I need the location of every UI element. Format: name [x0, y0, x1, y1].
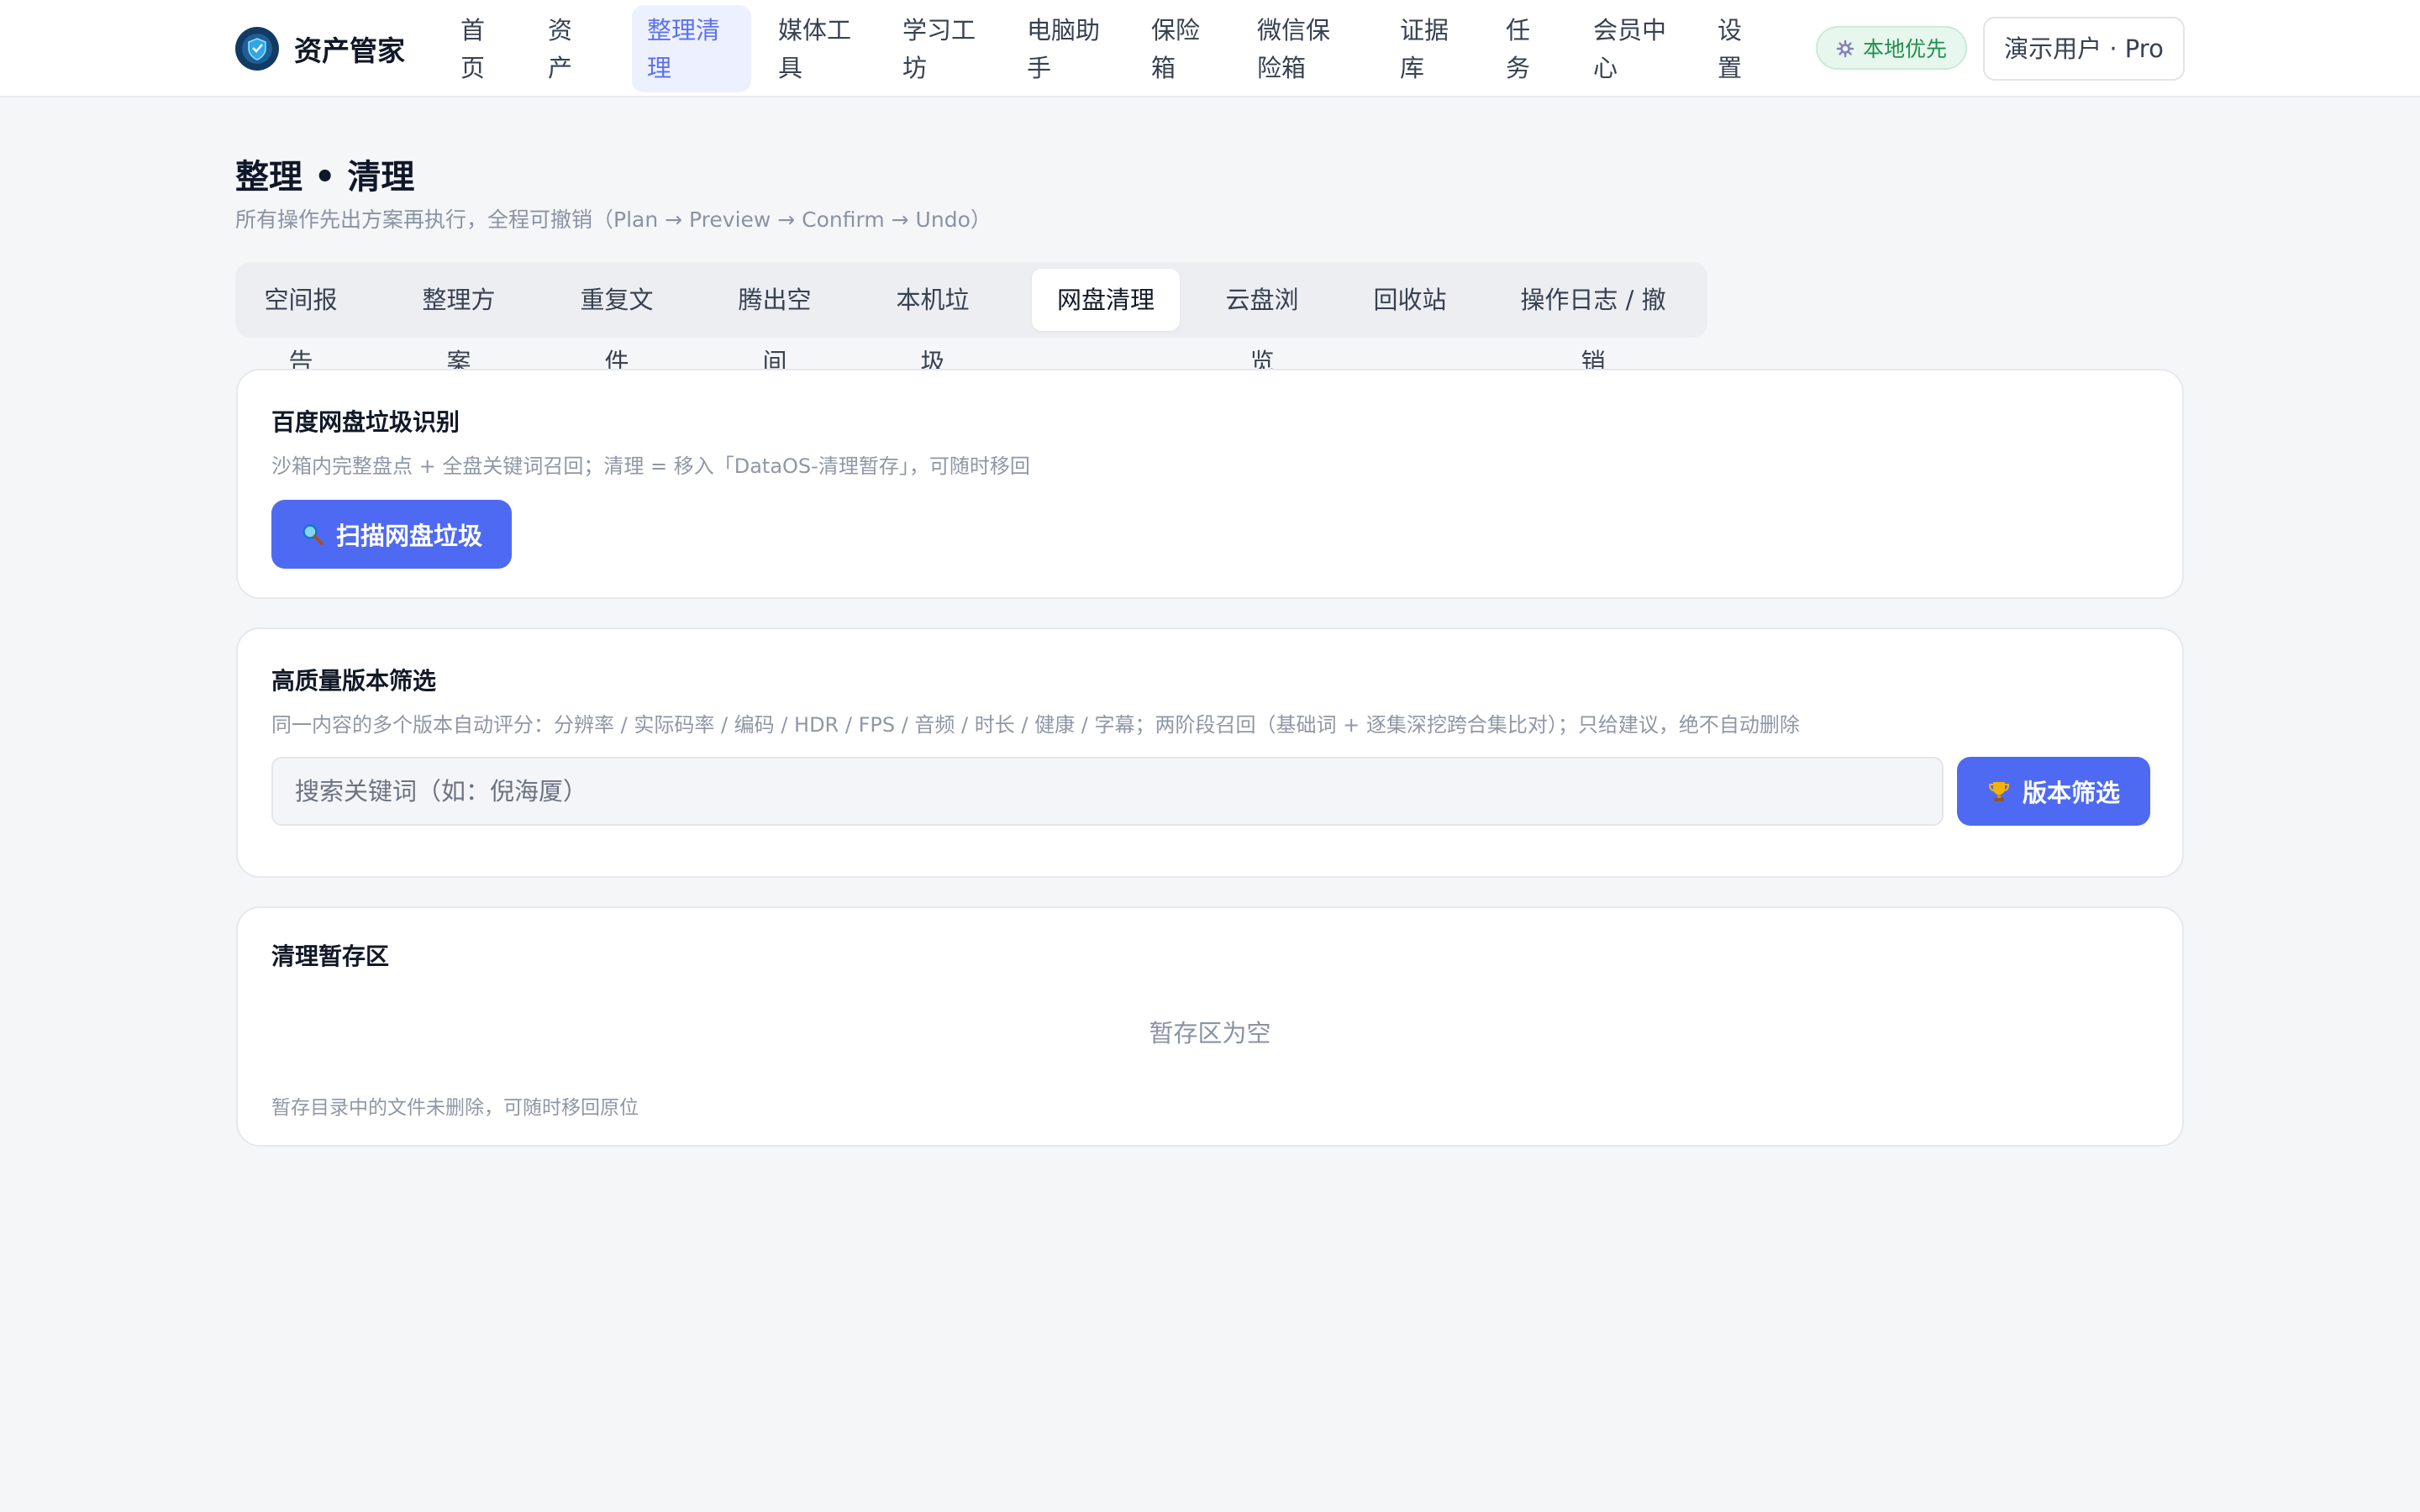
- nav-item-label: 整理清理: [647, 16, 721, 82]
- tab-recycle-bin[interactable]: 回收站: [1373, 269, 1447, 331]
- clean-tabs: 空间报告 整理方案 重复文件 腾出空间 本机垃圾 网盘清理 云盘浏览 回收站 操…: [235, 262, 1707, 376]
- card-title: 高质量版本筛选: [271, 667, 437, 695]
- card-title: 百度网盘垃圾识别: [271, 408, 460, 436]
- nav-item-label: 保险箱: [1151, 16, 1201, 82]
- tab-local-junk[interactable]: 本机垃圾: [886, 269, 980, 376]
- nav-item-label: 首页: [460, 16, 486, 82]
- tab-cloud-clean[interactable]: 网盘清理: [1032, 269, 1180, 331]
- tab-operation-log-undo[interactable]: 操作日志 / 撤销: [1509, 269, 1677, 376]
- gear-icon: [1836, 39, 1854, 58]
- empty-state-text: 暂存区为空: [1149, 1019, 1271, 1047]
- trophy-icon: [1987, 780, 2011, 803]
- nav-item-member-center[interactable]: 会员中心: [1578, 5, 1686, 92]
- local-first-badge: 本地优先: [1816, 26, 1967, 70]
- nav-item-label: 设置: [1718, 16, 1743, 82]
- card-description: 同一内容的多个版本自动评分：分辨率 / 实际码率 / 编码 / HDR / FP…: [271, 713, 1800, 737]
- nav-item-label: 证据库: [1400, 16, 1449, 82]
- nav-item-evidence-library[interactable]: 证据库: [1385, 5, 1462, 92]
- nav-item-settings[interactable]: 设置: [1702, 5, 1766, 92]
- scan-cloud-junk-button[interactable]: 扫描网盘垃圾: [271, 500, 512, 569]
- local-first-label: 本地优先: [1863, 37, 1948, 61]
- nav-item-label: 媒体工具: [778, 16, 852, 82]
- nav-item-vault[interactable]: 保险箱: [1136, 5, 1213, 92]
- card-description: 沙箱内完整盘点 + 全盘关键词召回；清理 = 移入「DataOS-清理暂存」，可…: [271, 454, 1030, 478]
- nav-item-tasks[interactable]: 任务: [1491, 5, 1555, 92]
- tab-duplicate-files[interactable]: 重复文件: [570, 269, 664, 376]
- version-filter-button[interactable]: 版本筛选: [1957, 757, 2150, 826]
- quality-version-card: 高质量版本筛选 同一内容的多个版本自动评分：分辨率 / 实际码率 / 编码 / …: [236, 627, 2184, 878]
- nav-item-label: 资产库: [548, 16, 573, 92]
- nav-item-label: 电脑助手: [1027, 16, 1101, 82]
- nav-item-organize-clean[interactable]: 整理清理: [632, 5, 751, 92]
- nav-item-label: 任务: [1506, 16, 1531, 82]
- tab-organize-plan[interactable]: 整理方案: [412, 269, 506, 376]
- shield-logo-icon: [235, 27, 279, 71]
- tab-space-report[interactable]: 空间报告: [254, 269, 348, 376]
- staging-area-card: 清理暂存区 暂存区为空 暂存目录中的文件未删除，可随时移回原位: [236, 906, 2184, 1147]
- staging-note: 暂存目录中的文件未删除，可随时移回原位: [271, 1097, 639, 1119]
- filter-button-label: 版本筛选: [2022, 779, 2120, 807]
- keyword-search-input[interactable]: [271, 757, 1944, 826]
- nav-item-label: 会员中心: [1593, 16, 1667, 82]
- nav-item-media-tools[interactable]: 媒体工具: [763, 5, 871, 92]
- magnifier-icon: [301, 522, 324, 546]
- nav-item-home[interactable]: 首页: [445, 5, 509, 92]
- scan-button-label: 扫描网盘垃圾: [335, 522, 482, 550]
- nav-item-label: 学习工坊: [902, 16, 976, 82]
- nav-item-pc-assistant[interactable]: 电脑助手: [1012, 5, 1119, 92]
- baidu-junk-card: 百度网盘垃圾识别 沙箱内完整盘点 + 全盘关键词召回；清理 = 移入「DataO…: [236, 369, 2184, 599]
- tab-free-space[interactable]: 腾出空间: [728, 269, 822, 376]
- card-title: 清理暂存区: [271, 942, 390, 970]
- page-title: 整理 • 清理: [235, 158, 415, 197]
- nav-item-asset-library[interactable]: 资产库: [533, 5, 602, 92]
- tab-cloud-browse[interactable]: 云盘浏览: [1215, 269, 1309, 376]
- user-menu-button[interactable]: 演示用户 · Pro: [1983, 17, 2185, 81]
- top-navigation-bar: 资产管家 首页 资产库 整理清理 媒体工具 学习工坊 电脑助手 保险箱 微信保险…: [0, 0, 2420, 97]
- nav-item-learning-workshop[interactable]: 学习工坊: [887, 5, 995, 92]
- nav-item-wechat-vault[interactable]: 微信保险箱: [1242, 5, 1349, 92]
- page-subtitle: 所有操作先出方案再执行，全程可撤销（Plan → Preview → Confi…: [235, 207, 992, 232]
- app-name: 资产管家: [294, 34, 405, 67]
- nav-item-label: 微信保险箱: [1257, 16, 1331, 82]
- brand[interactable]: 资产管家: [235, 25, 405, 72]
